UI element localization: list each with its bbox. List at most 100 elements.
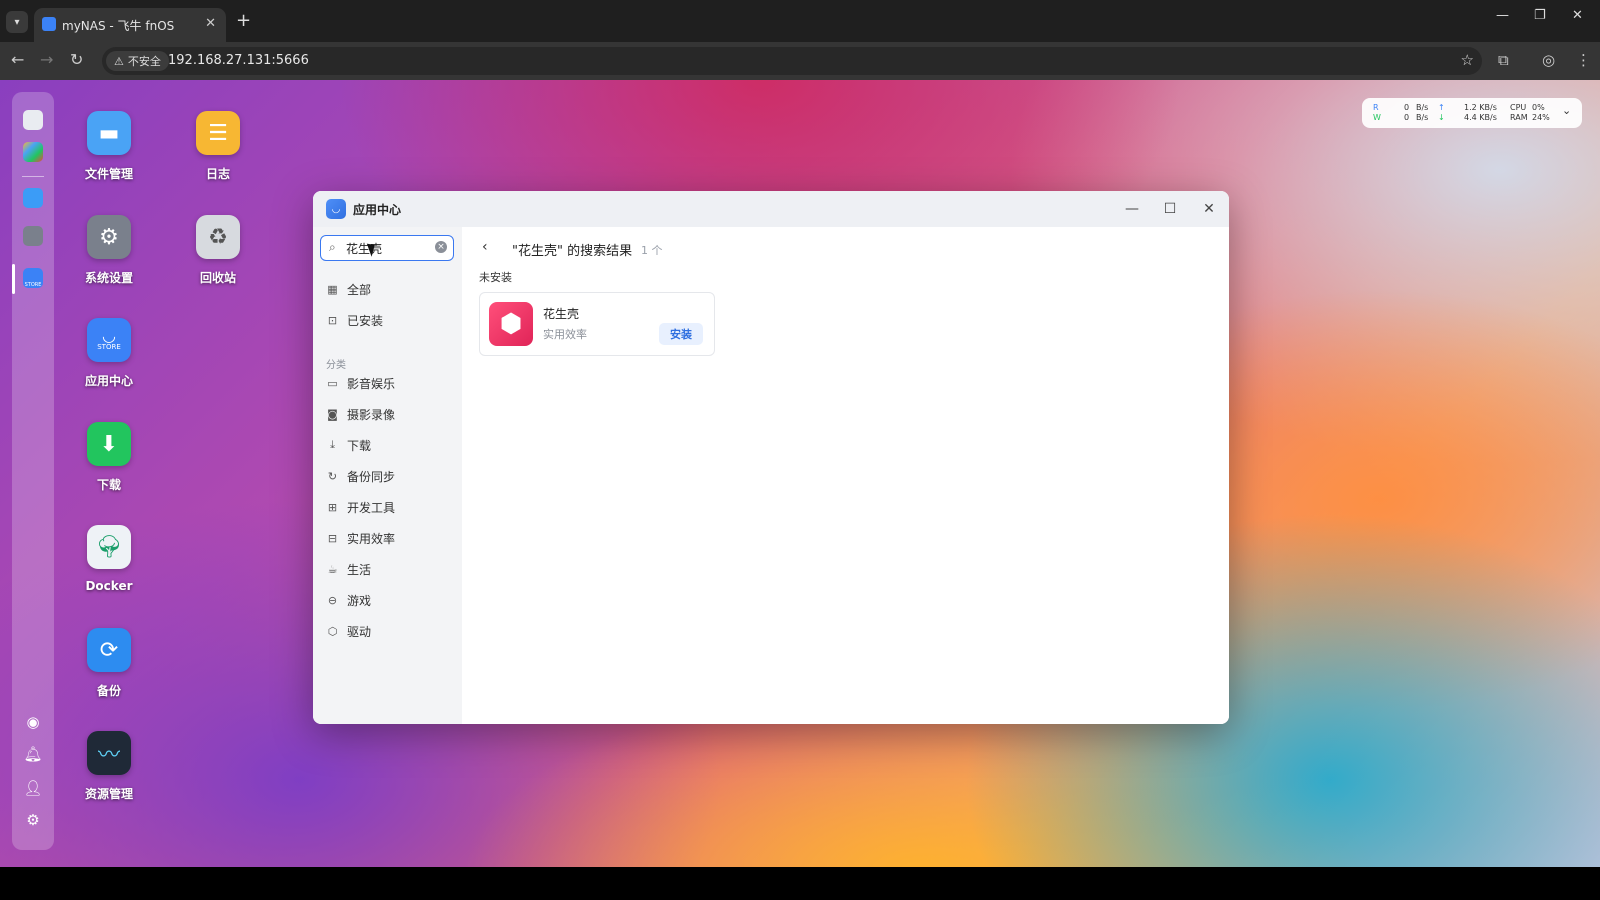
tab-search-dropdown[interactable]: ▾ [6, 11, 28, 33]
back-arrow-icon[interactable]: ← [11, 50, 24, 69]
url-text[interactable]: 192.168.27.131:5666 [168, 53, 309, 68]
log-icon: ☰ [196, 111, 240, 155]
menu-item-installed[interactable]: ⊡ 已安装 [326, 310, 383, 330]
category-dev-tools[interactable]: ⊞ 开发工具 [326, 497, 395, 517]
store-icon: ◡ STORE [87, 318, 131, 362]
recycle-icon: ♻ [196, 215, 240, 259]
category-drivers[interactable]: ⬡ 驱动 [326, 621, 371, 641]
window-titlebar[interactable]: ◡ 应用中心 — ☐ ✕ [313, 191, 1229, 227]
read-rate: 0 [1404, 103, 1410, 112]
write-rate: 0 [1404, 113, 1410, 122]
dock-apps-grid-icon[interactable] [23, 142, 43, 162]
desktop-icon-download[interactable]: ⬇ 下载 [64, 422, 154, 493]
minimize-icon[interactable]: — [1122, 199, 1142, 219]
install-button[interactable]: 安装 [659, 323, 703, 345]
browser-tab-strip: ▾ myNAS - 飞牛 fnOS ✕ + — ❐ ✕ [0, 0, 1600, 42]
write-unit: B/s [1416, 113, 1429, 122]
briefcase-icon: ⊟ [327, 531, 338, 545]
tab-close-icon[interactable]: ✕ [205, 16, 216, 31]
video-icon: ▭ [327, 376, 338, 390]
cup-icon: ☕︎ [327, 562, 338, 576]
upload-rate: 1.2 KB/s [1464, 103, 1497, 112]
app-center-sidebar: ⌕ × ▦ 全部 ⊡ 已安装 分类 ▭ 影音娱乐 ◙ 摄影录像 ⤓ 下载 ↻ 备… [313, 227, 462, 724]
window-close-icon[interactable]: ✕ [1572, 8, 1583, 23]
app-center-logo-icon: ◡ [326, 199, 346, 219]
window-minimize-icon[interactable]: — [1496, 8, 1509, 23]
code-icon: ⊞ [327, 500, 338, 514]
back-chevron-icon[interactable]: ‹ [482, 239, 488, 255]
fnos-favicon-icon [42, 17, 56, 31]
dock-app-center-icon[interactable]: STORE [23, 268, 43, 288]
desktop-icon-log[interactable]: ☰ 日志 [173, 111, 263, 182]
extensions-icon[interactable]: ⧉ [1498, 51, 1509, 69]
desktop-icon-recycle-bin[interactable]: ♻ 回收站 [173, 215, 263, 286]
desktop-icon-system-settings[interactable]: ⚙ 系统设置 [64, 215, 154, 286]
results-title: "花生壳" 的搜索结果 [512, 244, 633, 259]
gamepad-icon: ⊖ [327, 593, 338, 607]
reload-icon[interactable]: ↻ [70, 50, 83, 69]
desktop-icon-app-center[interactable]: ◡ STORE 应用中心 [64, 318, 154, 389]
category-productivity[interactable]: ⊟ 实用效率 [326, 528, 395, 548]
profile-icon[interactable]: ◎ [1542, 51, 1555, 69]
read-unit: B/s [1416, 103, 1429, 112]
cpu-label: CPU [1510, 103, 1527, 112]
download-rate: 4.4 KB/s [1464, 113, 1497, 122]
new-tab-button[interactable]: + [236, 10, 251, 31]
menu-item-all[interactable]: ▦ 全部 [326, 279, 371, 299]
dock-tips-icon[interactable] [23, 188, 43, 208]
window-restore-icon[interactable]: ❐ [1534, 8, 1546, 23]
camera-icon: ◙ [327, 407, 338, 421]
dock-settings-icon[interactable] [23, 226, 43, 246]
desktop-icon-docker[interactable]: 🌳︎ Docker [64, 525, 154, 593]
window-title: 应用中心 [353, 203, 402, 217]
clear-search-icon[interactable]: × [435, 241, 447, 253]
search-results-panel: ‹ "花生壳" 的搜索结果 1 个 未安装 ⬢ 花生壳 实用效率 安装 [462, 227, 1229, 724]
warning-icon: ⚠ [114, 54, 124, 68]
user-icon[interactable]: 👤︎ [23, 778, 43, 798]
docker-icon: 🌳︎ [87, 525, 131, 569]
grid-icon: ▦ [327, 282, 338, 296]
search-box[interactable]: ⌕ × [320, 235, 454, 261]
download-icon: ⬇ [87, 422, 131, 466]
oray-cube-icon: ⬢ [489, 302, 533, 346]
insecure-label: 不安全 [127, 55, 161, 68]
insecure-badge[interactable]: ⚠ 不安全 [106, 51, 169, 71]
section-not-installed: 未安装 [479, 271, 512, 284]
system-status-widget[interactable]: R W 0 0 B/s B/s ↑ ↓ 1.2 KB/s 4.4 KB/s CP… [1362, 98, 1582, 128]
app-card-oray[interactable]: ⬢ 花生壳 实用效率 安装 [479, 292, 715, 356]
desktop-icon-file-manager[interactable]: ▬ 文件管理 [64, 111, 154, 182]
browser-menu-icon[interactable]: ⋮ [1576, 51, 1591, 69]
category-download[interactable]: ⤓ 下载 [326, 435, 371, 455]
category-photography[interactable]: ◙ 摄影录像 [326, 404, 395, 424]
monitor-icon: 〰 [87, 731, 131, 775]
address-bar[interactable]: ⚠ 不安全 192.168.27.131:5666 ☆ [102, 47, 1482, 75]
category-games[interactable]: ⊖ 游戏 [326, 590, 371, 610]
close-icon[interactable]: ✕ [1199, 199, 1219, 219]
browser-tab-mynas[interactable]: myNAS - 飞牛 fnOS ✕ [34, 8, 226, 42]
search-icon: ⌕ [329, 240, 336, 254]
dock-separator [22, 176, 44, 177]
forward-arrow-icon[interactable]: → [40, 50, 53, 69]
desktop-icon-resource-monitor[interactable]: 〰 资源管理 [64, 731, 154, 802]
search-input[interactable] [346, 239, 431, 257]
cpu-value: 0% [1532, 103, 1545, 112]
dock-gear-icon[interactable]: ⚙ [23, 810, 43, 830]
maximize-icon[interactable]: ☐ [1160, 199, 1180, 219]
sync-icon: ↻ [327, 469, 338, 483]
installed-icon: ⊡ [327, 313, 338, 327]
category-media-entertainment[interactable]: ▭ 影音娱乐 [326, 373, 395, 393]
download-icon: ⤓ [330, 438, 335, 451]
category-life[interactable]: ☕︎ 生活 [326, 559, 371, 579]
widget-expand-chevron-icon[interactable]: ⌄ [1562, 105, 1571, 116]
category-backup-sync[interactable]: ↻ 备份同步 [326, 466, 395, 486]
bookmark-star-icon[interactable]: ☆ [1461, 51, 1474, 69]
ram-label: RAM [1510, 113, 1528, 122]
app-category: 实用效率 [543, 328, 587, 341]
notification-bell-icon[interactable]: 🔔︎ [23, 744, 43, 764]
dock-desktop-icon[interactable] [23, 110, 43, 130]
browser-toolbar: ← → ↻ ⚠ 不安全 192.168.27.131:5666 ☆ ⧉ ◎ ⋮ [0, 42, 1600, 80]
folder-icon: ▬ [87, 111, 131, 155]
left-dock: STORE ◉ 🔔︎ 👤︎ ⚙ [12, 92, 54, 850]
dock-network-icon[interactable]: ◉ [23, 712, 43, 732]
desktop-icon-backup[interactable]: ⟳ 备份 [64, 628, 154, 699]
